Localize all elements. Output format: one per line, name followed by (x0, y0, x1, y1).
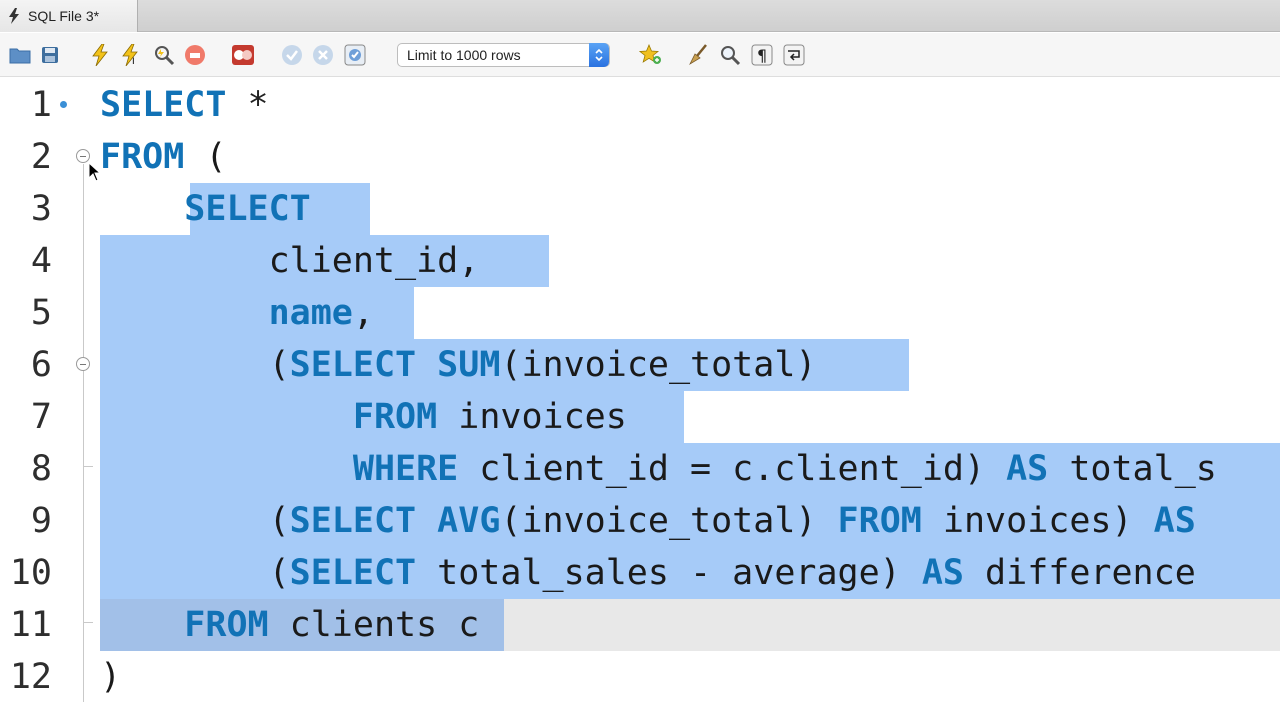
invisible-chars-icon[interactable]: ¶ (748, 41, 776, 69)
code-line-4: client_id, (268, 241, 480, 281)
code-line-7: FROM invoices (352, 397, 627, 437)
bookmark-star-icon[interactable] (637, 41, 665, 69)
fold-collapse-icon[interactable] (76, 357, 90, 371)
stop-on-error-icon[interactable] (229, 41, 257, 69)
tab-title: SQL File 3* (28, 8, 100, 24)
tab-sql-file[interactable]: SQL File 3* (0, 0, 138, 32)
chevron-updown-icon[interactable] (589, 43, 609, 67)
stop-icon[interactable] (181, 41, 209, 69)
lightning-icon (8, 8, 22, 24)
tab-bar: SQL File 3* (0, 0, 1280, 32)
code-line-5: name, (268, 293, 374, 333)
code-line-6: (SELECT SUM(invoice_total) (268, 345, 817, 385)
autocommit-icon[interactable] (341, 41, 369, 69)
current-line-highlight (504, 599, 1280, 651)
code-line-11: FROM clients c (184, 605, 480, 645)
line-number: 11 (9, 605, 52, 645)
explain-icon[interactable] (150, 41, 178, 69)
find-icon[interactable] (716, 41, 744, 69)
svg-text:I: I (132, 57, 135, 66)
commit-icon[interactable] (278, 41, 306, 69)
sql-editor[interactable]: 1 2 3 4 5 6 7 8 9 10 11 12 SELECT * FROM… (0, 78, 1280, 720)
line-number: 12 (9, 657, 52, 697)
line-number: 9 (30, 501, 52, 541)
line-number: 10 (9, 553, 52, 593)
word-wrap-icon[interactable] (780, 41, 808, 69)
line-number: 1 (30, 85, 52, 125)
code-line-3: SELECT (184, 189, 311, 229)
rollback-icon[interactable] (309, 41, 337, 69)
line-number: 2 (30, 137, 52, 177)
line-number: 5 (30, 293, 52, 333)
code-line-12: ) (100, 657, 122, 697)
line-number: 8 (30, 449, 52, 489)
save-icon[interactable] (36, 41, 64, 69)
code-line-1: SELECT * (100, 85, 269, 125)
limit-rows-select[interactable]: Limit to 1000 rows (397, 43, 610, 67)
fold-end-marker (83, 615, 93, 623)
fold-collapse-icon[interactable] (76, 149, 90, 163)
svg-text:¶: ¶ (757, 46, 767, 65)
code-line-8: WHERE client_id = c.client_id) AS total_… (352, 449, 1217, 489)
line-number: 4 (30, 241, 52, 281)
line-number: 6 (30, 345, 52, 385)
beautify-broom-icon[interactable] (684, 41, 712, 69)
open-folder-icon[interactable] (6, 41, 34, 69)
line-number: 3 (30, 189, 52, 229)
code-line-9: (SELECT AVG(invoice_total) FROM invoices… (268, 501, 1196, 541)
editor-toolbar: I Limit to 1000 rows ¶ (0, 33, 1280, 77)
execute-icon[interactable] (86, 41, 114, 69)
code-line-2: FROM ( (100, 137, 227, 177)
statement-marker-icon (60, 101, 67, 108)
fold-end-marker (83, 459, 93, 467)
execute-current-icon[interactable]: I (117, 41, 145, 69)
limit-rows-value: Limit to 1000 rows (407, 47, 521, 63)
code-line-10: (SELECT total_sales - average) AS differ… (268, 553, 1196, 593)
line-number: 7 (30, 397, 52, 437)
